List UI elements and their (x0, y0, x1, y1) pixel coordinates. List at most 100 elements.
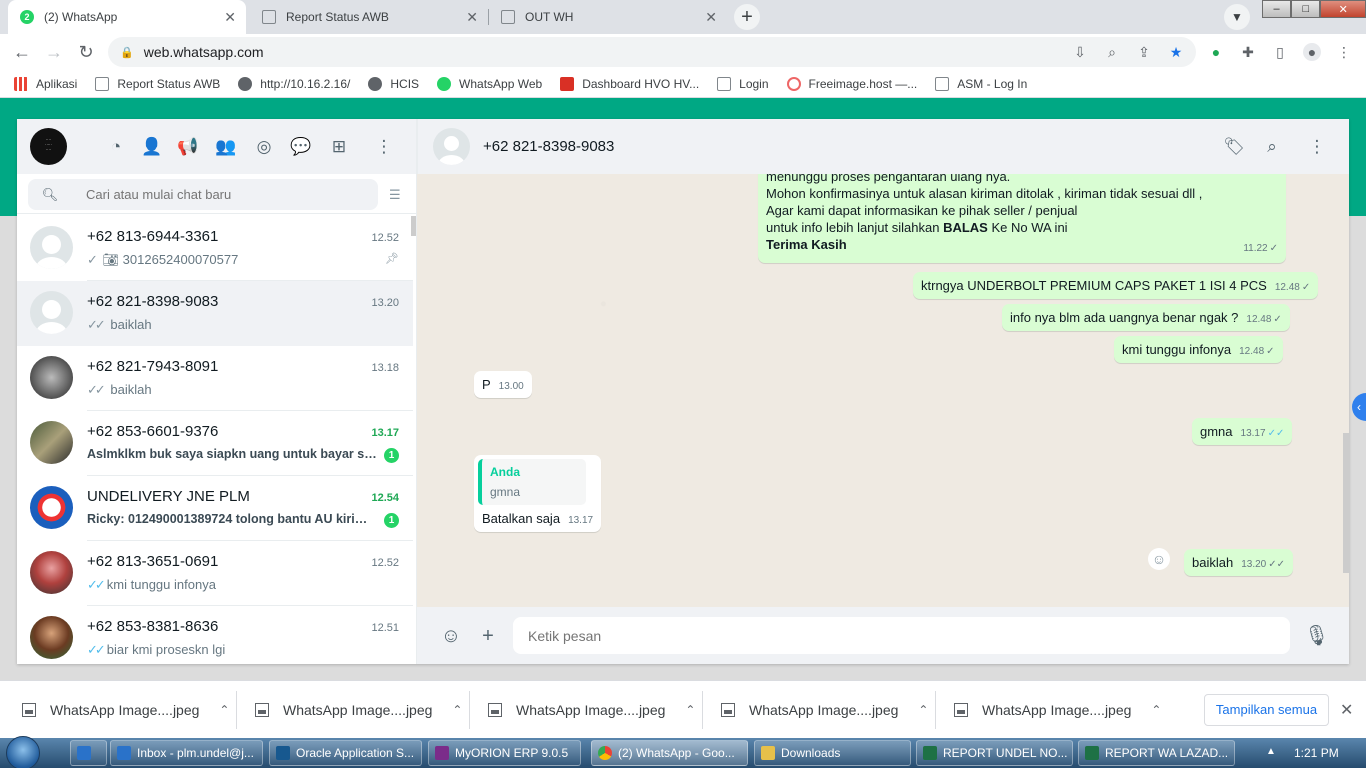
start-button[interactable] (6, 736, 40, 768)
label-tag-icon[interactable]: 🏷︎ (1223, 136, 1245, 158)
menu-icon[interactable]: ⋮ (1306, 136, 1328, 158)
download-item[interactable]: WhatsApp Image....jpeg ⌃ (22, 681, 229, 739)
globe-icon (368, 76, 383, 91)
chat-item[interactable]: +62 821-7943-8091 13.18 ✓✓ baiklah (17, 346, 413, 411)
download-item[interactable]: WhatsApp Image....jpeg ⌃ (255, 681, 462, 739)
chat-item[interactable]: +62 821-8398-9083 13.20 ✓✓ baiklah (17, 281, 413, 346)
bookmark-ip[interactable]: http://10.16.2.16/ (238, 76, 350, 91)
contact-avatar[interactable] (433, 128, 470, 165)
communities-icon[interactable]: ◔ (105, 136, 127, 158)
tab-out-wh[interactable]: OUT WH ✕ (489, 0, 727, 34)
window-close-button[interactable]: ✕ (1320, 0, 1366, 18)
taskbar-item-myorion[interactable]: MyORION ERP 9.0.5 (428, 740, 581, 766)
menu-icon[interactable]: ⋮ (373, 136, 395, 158)
message-bubble-outgoing[interactable]: info nya blm ada uangnya benar ngak ? 12.… (1002, 304, 1290, 331)
bookmark-asm[interactable]: ASM - Log In (935, 76, 1027, 91)
whatsapp-extension-icon[interactable]: ● (1207, 43, 1225, 61)
minimize-button[interactable]: – (1262, 0, 1292, 18)
download-item[interactable]: WhatsApp Image....jpeg ⌃ (954, 681, 1161, 739)
chat-preview: ✓ 📷︎ 3012652400070577 (87, 252, 239, 267)
profile-icon[interactable]: ● (1303, 43, 1321, 61)
bookmark-dashboard[interactable]: Dashboard HVO HV... (560, 76, 699, 91)
chat-item[interactable]: +62 813-6944-3361 12.52 ✓ 📷︎ 30126524000… (17, 216, 413, 281)
emoji-icon[interactable]: ☺ (439, 624, 463, 648)
download-filename: WhatsApp Image....jpeg (50, 702, 200, 718)
show-all-downloads-button[interactable]: Tampilkan semua (1204, 694, 1329, 726)
chat-item[interactable]: +62 813-3651-0691 12.52 ✓✓ kmi tunggu inf… (17, 541, 413, 606)
search-input[interactable] (86, 187, 366, 202)
tab-whatsapp[interactable]: 2 (2) WhatsApp ✕ (8, 0, 246, 34)
double-tick-icon: ✓✓ (1267, 428, 1285, 439)
attach-plus-icon[interactable]: + (476, 624, 500, 648)
browser-menu-icon[interactable]: ⋮ (1335, 43, 1353, 61)
message-bubble-incoming[interactable]: P 13.00 (474, 371, 532, 398)
message-bubble-outgoing[interactable]: gmna 13.17 ✓✓ (1192, 418, 1293, 445)
message-bubble-outgoing[interactable]: ktrngya UNDERBOLT PREMIUM CAPS PAKET 1 I… (913, 272, 1319, 299)
reload-icon[interactable]: ↻ (76, 42, 96, 62)
tab-report-status-awb[interactable]: Report Status AWB ✕ (250, 0, 488, 34)
chevron-up-icon[interactable]: ⌃ (1151, 703, 1161, 717)
extensions-puzzle-icon[interactable]: ✚ (1239, 43, 1257, 61)
side-panel-icon[interactable]: ▯ (1271, 43, 1289, 61)
chat-item[interactable]: +62 853-6601-9376 13.17 Aslmklkm buk say… (17, 411, 413, 476)
quoted-message[interactable]: Anda gmna (478, 459, 586, 505)
message-scrollbar[interactable] (1343, 433, 1349, 573)
install-app-icon[interactable]: ⇩ (1071, 43, 1089, 61)
message-bubble-outgoing[interactable]: menunggu proses pengantaran ulang nya. M… (758, 174, 1286, 263)
chat-list-scrollbar[interactable] (411, 216, 416, 236)
bookmark-star-icon[interactable]: ★ (1167, 43, 1185, 61)
maximize-button[interactable]: □ (1291, 0, 1321, 18)
message-input[interactable] (513, 617, 1290, 654)
tray-expand-icon[interactable]: ▲ (1266, 746, 1276, 757)
new-chat-icon[interactable]: ⊞ (328, 136, 350, 158)
status-icon[interactable]: ◎ (253, 136, 275, 158)
chevron-up-icon[interactable]: ⌃ (918, 703, 928, 717)
bookmark-report-status-awb[interactable]: Report Status AWB (95, 76, 220, 91)
my-avatar[interactable]: ···· ····· ···· (30, 128, 67, 165)
taskbar-item-inbox[interactable]: Inbox - plm.undel@j... (110, 740, 263, 766)
download-item[interactable]: WhatsApp Image....jpeg ⌃ (488, 681, 695, 739)
message-bubble-outgoing[interactable]: baiklah 13.20 ✓✓ (1184, 549, 1293, 576)
share-icon[interactable]: ⇪ (1135, 43, 1153, 61)
close-icon[interactable]: ✕ (705, 9, 717, 26)
message-bubble-outgoing[interactable]: kmi tunggu infonya 12.48 ✓ (1114, 336, 1283, 363)
bookmark-aplikasi[interactable]: Aplikasi (14, 76, 77, 91)
taskbar-item-report-undel[interactable]: REPORT UNDEL NO... (916, 740, 1073, 766)
system-clock[interactable]: 1:21 PM (1294, 746, 1339, 760)
new-tab-button[interactable]: + (734, 4, 760, 30)
contact-name[interactable]: +62 821-8398-9083 (483, 138, 614, 155)
bookmark-login[interactable]: Login (717, 76, 769, 91)
message-bubble-incoming[interactable]: Anda gmna Batalkan saja 13.17 (474, 455, 602, 532)
close-icon[interactable]: ✕ (1340, 700, 1353, 720)
taskbar-item-report-wa[interactable]: REPORT WA LAZAD... (1078, 740, 1235, 766)
microphone-icon[interactable]: 🎙︎ (1304, 624, 1329, 648)
chevron-up-icon[interactable]: ⌃ (452, 703, 462, 717)
chat-item[interactable]: +62 853-8381-8636 12.51 ✓✓ biar kmi prose… (17, 606, 413, 664)
broadcast-icon[interactable]: 📢 (177, 136, 199, 158)
add-contact-icon[interactable]: 👤 (141, 136, 163, 158)
address-bar[interactable]: 🔒 web.whatsapp.com (108, 37, 1196, 67)
back-arrow-icon[interactable]: ← (12, 42, 32, 62)
chevron-up-icon[interactable]: ⌃ (685, 703, 695, 717)
reaction-emoji-icon[interactable]: ☺ (1148, 548, 1170, 570)
close-icon[interactable]: ✕ (224, 9, 236, 26)
taskbar-item-whatsapp-chrome[interactable]: (2) WhatsApp - Goo... (591, 740, 748, 766)
bookmark-hcis[interactable]: HCIS (368, 76, 419, 91)
forward-arrow-icon[interactable]: → (44, 42, 64, 62)
filter-icon[interactable]: ☰ (389, 187, 401, 203)
group-icon[interactable]: 👥 (215, 136, 237, 158)
outlook-pinned-icon[interactable] (70, 740, 107, 766)
close-icon[interactable]: ✕ (466, 9, 478, 26)
search-icon[interactable]: ⌕ (1261, 136, 1283, 158)
bookmark-whatsapp-web[interactable]: WhatsApp Web (437, 76, 542, 91)
download-item[interactable]: WhatsApp Image....jpeg ⌃ (721, 681, 928, 739)
chevron-up-icon[interactable]: ⌃ (219, 703, 229, 717)
tab-search-button[interactable]: ▼ (1224, 4, 1250, 30)
taskbar-item-oracle[interactable]: Oracle Application S... (269, 740, 422, 766)
message-line: Agar kami dapat informasikan ke pihak se… (766, 203, 1078, 218)
chat-item[interactable]: UNDELIVERY JNE PLM 12.54 Ricky: 01249000… (17, 476, 413, 541)
taskbar-item-downloads[interactable]: Downloads (754, 740, 911, 766)
zoom-icon[interactable]: ⌕ (1103, 43, 1121, 61)
bookmark-freeimage[interactable]: Freeimage.host —... (786, 76, 917, 91)
new-chat-bubble-icon[interactable]: 💬 (290, 136, 312, 158)
